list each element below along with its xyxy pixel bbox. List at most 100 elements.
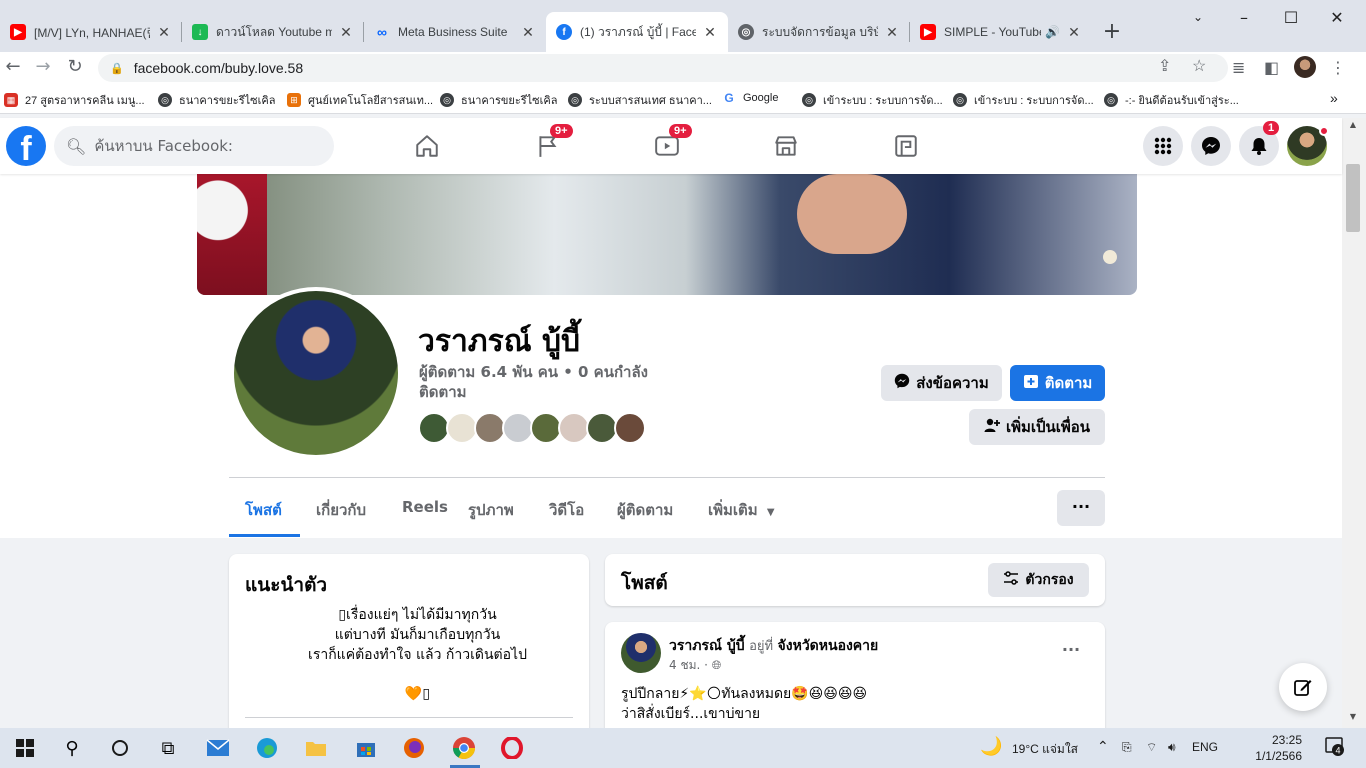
close-icon[interactable]: ✕ [520,24,536,41]
share-icon[interactable]: ⇪ [1158,56,1171,76]
browser-profile-avatar[interactable] [1294,56,1316,78]
post-location[interactable]: จังหวัดหนองคาย [778,638,879,654]
tab-about[interactable]: เกี่ยวกับ [316,498,366,522]
tab-followers[interactable]: ผู้ติดตาม [617,498,673,522]
browser-tab[interactable]: ↓ ดาวน์โหลด Youtube mp ✕ [182,12,364,52]
cover-photo[interactable] [197,174,1137,295]
browser-tab[interactable]: ∞ Meta Business Suite ✕ [364,12,546,52]
speaker-icon[interactable]: 🔊 [1045,25,1060,39]
weather-moon-icon[interactable]: 🌙 [980,736,1002,757]
scrollbar-thumb[interactable] [1346,164,1360,232]
browser-tab[interactable]: ▶ [M/V] LYn, HANHAE(린 ✕ [0,12,182,52]
filter-button[interactable]: ตัวกรอง [988,563,1089,597]
account-avatar[interactable] [1287,126,1329,166]
new-message-button[interactable] [1279,663,1327,711]
menu-kebab-icon[interactable]: ⋮ [1330,58,1346,77]
bookmark-item[interactable]: ⊞ ศูนย์เทคโนโลยีสารสนเท... [287,91,433,109]
device-icon[interactable]: ⎘ [1122,740,1132,755]
bookmark-item[interactable]: ◎ เข้าระบบ : ระบบการจัด... [953,91,1094,109]
cortana-icon[interactable] [108,736,132,760]
facebook-search[interactable]: 🔍︎ [54,126,334,166]
clock[interactable]: 23:25 1/1/2566 [1230,732,1302,764]
bookmark-item[interactable]: ◎ -:- ยินดีต้อนรับเข้าสู่ระ... [1104,91,1239,109]
store-icon[interactable] [354,736,378,760]
nav-gaming[interactable] [890,130,922,162]
back-icon[interactable]: ← [2,56,24,77]
edge-icon[interactable] [255,736,279,760]
menu-button[interactable] [1143,126,1183,166]
bookmark-item[interactable]: ◎ ธนาคารขยะรีไซเคิล [440,91,558,109]
close-icon[interactable]: ✕ [338,24,354,41]
tab-more[interactable]: เพิ่มเติม ▼ [708,498,775,522]
browser-tab[interactable]: ◎ ระบบจัดการข้อมูล บริษัท ✕ [728,12,910,52]
scroll-up-icon[interactable]: ▲ [1346,120,1360,129]
facebook-header: f 🔍︎ 9+ 9+ 1 [0,118,1342,174]
side-panel-icon[interactable]: ◧ [1264,58,1279,77]
bookmark-label: เข้าระบบ : ระบบการจัด... [823,95,943,107]
profile-picture[interactable] [230,287,402,459]
nav-home[interactable] [411,130,443,162]
bookmark-star-icon[interactable]: ☆ [1192,56,1206,76]
close-window-button[interactable]: ✕ [1327,8,1347,27]
chrome-icon[interactable] [452,736,476,760]
reading-list-icon[interactable]: ≣ [1232,58,1245,77]
post-timestamp[interactable]: 4 ชม. · 🌐︎ [669,656,721,675]
bookmark-item[interactable]: ◎ ระบบสารสนเทศ ธนาคา... [568,91,712,109]
new-tab-button[interactable]: + [1100,20,1124,44]
language-indicator[interactable]: ENG [1192,740,1218,754]
facebook-logo[interactable]: f [6,126,46,166]
tab-reels[interactable]: Reels [402,498,448,516]
task-view-icon[interactable]: ⧉ [156,736,180,760]
bookmarks-bar: ▦ 27 สูตรอาหารคลีน เมนู... ◎ ธนาคารขยะรีไซ… [0,84,1366,114]
close-icon[interactable]: ✕ [702,24,718,41]
nav-watch[interactable]: 9+ [651,124,692,162]
tab-videos[interactable]: วิดีโอ [549,498,584,522]
profile-stats[interactable]: ผู้ติดตาม 6.4 พัน คน • 0 คนกำลังติดตาม [419,362,679,402]
friend-avatar[interactable] [614,412,646,444]
post-author-avatar[interactable] [621,633,661,673]
scroll-down-icon[interactable]: ▼ [1346,712,1360,721]
post-options-button[interactable]: ··· [1058,640,1084,659]
tab-posts[interactable]: โพสต์ [245,498,282,522]
wifi-icon[interactable]: ⌔ [1146,740,1157,755]
reload-icon[interactable]: ↻ [64,56,86,77]
close-icon[interactable]: ✕ [1066,24,1082,41]
post-author-name[interactable]: วราภรณ์ บู้บี้ [669,638,745,654]
action-center-icon[interactable]: 4 [1324,736,1344,759]
bookmark-item[interactable]: ◎ เข้าระบบ : ระบบการจัด... [802,91,943,109]
nav-pages[interactable]: 9+ [532,124,573,162]
weather-text[interactable]: 19°C แจ่มใส [1012,740,1078,759]
volume-icon[interactable]: 🔊︎ [1168,740,1176,755]
forward-icon[interactable]: → [32,56,54,77]
add-friend-button[interactable]: เพิ่มเป็นเพื่อน [969,409,1105,445]
windows-start-icon[interactable] [13,736,37,760]
messenger-icon [1202,137,1220,155]
profile-more-options-button[interactable]: ··· [1057,490,1105,526]
bookmark-item[interactable]: ▦ 27 สูตรอาหารคลีน เมนู... [4,91,145,109]
tab-photos[interactable]: รูปภาพ [468,498,514,522]
opera-icon[interactable] [500,736,524,760]
lock-icon[interactable]: 🔒 [110,62,124,75]
more-bookmarks-button[interactable]: » [1330,90,1338,106]
nav-marketplace[interactable] [770,130,802,162]
message-button[interactable]: ส่งข้อความ [881,365,1002,401]
address-bar[interactable]: 🔒 facebook.com/buby.love.58 ⇪ ☆ [98,54,1228,82]
bookmark-item[interactable]: G Google [722,91,778,105]
follow-button[interactable]: ติดตาม [1010,365,1105,401]
search-icon[interactable]: ⚲ [60,736,84,760]
mail-icon[interactable] [206,736,230,760]
chevron-up-icon[interactable]: ⌃ [1097,738,1109,755]
close-icon[interactable]: ✕ [884,24,900,41]
browser-tab[interactable]: ▶ SIMPLE - YouTube 🔊 ✕ [910,12,1092,52]
messenger-button[interactable] [1191,126,1231,166]
firefox-icon[interactable] [402,736,426,760]
browser-tab-active[interactable]: f (1) วราภรณ์ บู้บี้ | Faceb ✕ [546,12,728,52]
file-explorer-icon[interactable] [304,736,328,760]
bookmark-item[interactable]: ◎ ธนาคารขยะรีไซเคิล [158,91,276,109]
maximize-button[interactable]: ☐ [1281,8,1301,27]
search-input[interactable] [94,137,315,155]
minimize-button[interactable]: – [1234,8,1254,27]
notifications-button[interactable]: 1 [1239,121,1280,166]
tab-search-chevron-icon[interactable]: ⌄ [1188,10,1208,24]
close-icon[interactable]: ✕ [156,24,172,41]
